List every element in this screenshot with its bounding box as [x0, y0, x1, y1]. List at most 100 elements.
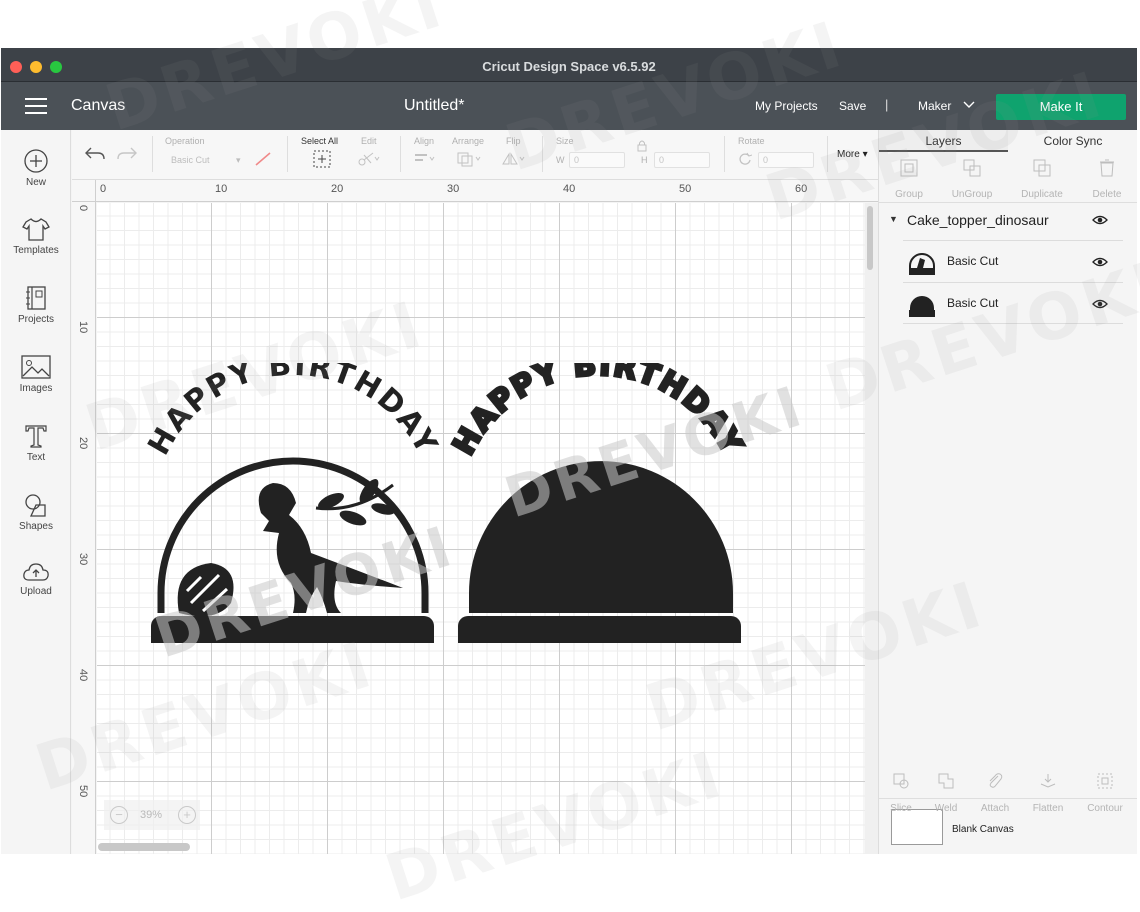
weld-button[interactable]: Weld [920, 772, 972, 814]
app-header: Canvas Untitled* My Projects Save | Make… [1, 82, 1137, 130]
zoom-control: − 39% + [104, 800, 200, 830]
visibility-eye-icon[interactable] [1092, 299, 1108, 309]
collapse-caret-icon[interactable]: ▼ [889, 214, 898, 224]
height-label: H [641, 155, 648, 165]
edit-scissors-icon[interactable] [357, 151, 381, 167]
group-icon [900, 159, 918, 177]
ungroup-label: UnGroup [951, 189, 993, 200]
slice-icon [893, 773, 909, 789]
ruler-label: 30 [447, 183, 460, 195]
toolbar-divider [152, 136, 153, 172]
attach-button[interactable]: Attach [969, 772, 1021, 814]
toolbar-divider [287, 136, 288, 172]
vertical-scroll-thumb[interactable] [867, 206, 873, 270]
visibility-eye-icon[interactable] [1092, 215, 1108, 225]
more-button[interactable]: More ▾ [837, 149, 868, 160]
ruler-label: 30 [77, 553, 89, 566]
zoom-out-button[interactable]: − [110, 806, 128, 824]
my-projects-link[interactable]: My Projects [755, 99, 818, 113]
rotate-label: Rotate [738, 136, 765, 146]
section-title: Canvas [71, 97, 126, 114]
flip-icon[interactable] [500, 151, 528, 167]
design-text-right: HAPPY BIRTHDAY [445, 363, 749, 463]
visibility-eye-icon[interactable] [1092, 257, 1108, 267]
arrange-icon[interactable] [456, 151, 484, 167]
lock-icon[interactable] [636, 139, 648, 152]
horizontal-scroll-thumb[interactable] [98, 843, 190, 851]
image-icon [21, 355, 51, 379]
sidebar-item-projects[interactable]: Projects [1, 285, 71, 347]
ruler-label: 20 [331, 183, 344, 195]
ruler-label: 50 [77, 785, 89, 798]
ruler-horizontal: 0 10 20 30 40 50 60 [96, 180, 878, 202]
more-label: More [837, 149, 860, 160]
group-button[interactable]: Group [879, 154, 939, 202]
toolbar-divider [400, 136, 401, 172]
sidebar-item-new[interactable]: New [1, 148, 71, 210]
operation-label: Operation [165, 136, 205, 146]
topper-solid-layer[interactable]: HAPPY BIRTHDAY [445, 363, 749, 643]
panel-divider [879, 202, 1137, 203]
make-it-button[interactable]: Make It [996, 94, 1126, 120]
chevron-down-icon[interactable] [963, 100, 975, 112]
duplicate-button[interactable]: Duplicate [1012, 154, 1072, 202]
flip-label: Flip [506, 136, 521, 146]
ungroup-button[interactable]: UnGroup [942, 154, 1002, 202]
vertical-scrollbar[interactable] [865, 203, 878, 854]
rotate-input[interactable]: 0 [758, 152, 814, 168]
hamburger-menu-icon[interactable] [25, 98, 47, 114]
undo-icon[interactable] [84, 144, 106, 162]
operation-chevron-icon[interactable]: ▾ [236, 155, 241, 166]
title-bar: Cricut Design Space v6.5.92 [1, 48, 1137, 82]
topper-outline-layer[interactable]: HAPPY BIRTHDAY [141, 363, 444, 643]
layer-group-row[interactable]: ▼ Cake_topper_dinosaur [879, 204, 1137, 234]
width-input[interactable]: 0 [569, 152, 625, 168]
select-all-icon[interactable] [313, 150, 331, 168]
cake-topper-design[interactable]: HAPPY BIRTHDAY HAPPY BIRTHDAY [131, 363, 771, 643]
toolbar-divider [542, 136, 543, 172]
shapes-icon [25, 494, 46, 517]
delete-button[interactable]: Delete [1077, 154, 1137, 202]
linetype-pen-icon[interactable] [254, 151, 272, 167]
sidebar-item-label: Shapes [19, 521, 53, 532]
app-window: Cricut Design Space v6.5.92 Canvas Untit… [1, 48, 1137, 854]
layer-label: Basic Cut [947, 296, 999, 310]
zoom-in-button[interactable]: + [178, 806, 196, 824]
layer-row[interactable]: Basic Cut [903, 240, 1123, 282]
sidebar-item-images[interactable]: Images [1, 354, 71, 416]
document-title[interactable]: Untitled* [404, 97, 464, 115]
tab-color-sync[interactable]: Color Sync [1008, 130, 1137, 152]
duplicate-icon [1033, 159, 1051, 177]
layer-group-name: Cake_topper_dinosaur [907, 212, 1049, 228]
sidebar-item-text[interactable]: Text [1, 423, 71, 485]
contour-label: Contour [1087, 803, 1123, 814]
layer-row[interactable]: Basic Cut [903, 282, 1123, 324]
contour-icon [1097, 773, 1113, 789]
toolbar-divider [724, 136, 725, 172]
save-link[interactable]: Save [839, 99, 866, 113]
machine-selector[interactable]: Maker [918, 99, 951, 113]
ruler-label: 0 [100, 183, 107, 195]
ruler-label: 0 [77, 205, 89, 212]
attach-label: Attach [980, 803, 1010, 814]
sidebar-item-label: New [25, 177, 46, 188]
blank-canvas-thumbnail [891, 809, 943, 845]
size-label: Size [556, 136, 574, 146]
operation-select[interactable]: Basic Cut [171, 155, 210, 165]
flatten-button[interactable]: Flatten [1022, 772, 1074, 814]
ruler-corner [72, 180, 96, 202]
text-t-icon [25, 425, 47, 448]
contour-button[interactable]: Contour [1079, 772, 1131, 814]
sidebar-item-upload[interactable]: Upload [1, 561, 71, 623]
group-label: Group [895, 189, 923, 200]
align-icon[interactable] [413, 151, 437, 167]
toolbar-divider [827, 136, 828, 172]
tab-layers[interactable]: Layers [879, 130, 1008, 152]
height-input[interactable]: 0 [654, 152, 710, 168]
sidebar-item-templates[interactable]: Templates [1, 216, 71, 278]
ruler-label: 20 [77, 437, 89, 450]
sidebar-item-shapes[interactable]: Shapes [1, 492, 71, 554]
window-title: Cricut Design Space v6.5.92 [482, 59, 656, 74]
redo-icon[interactable] [116, 144, 138, 162]
weld-label: Weld [934, 803, 958, 814]
